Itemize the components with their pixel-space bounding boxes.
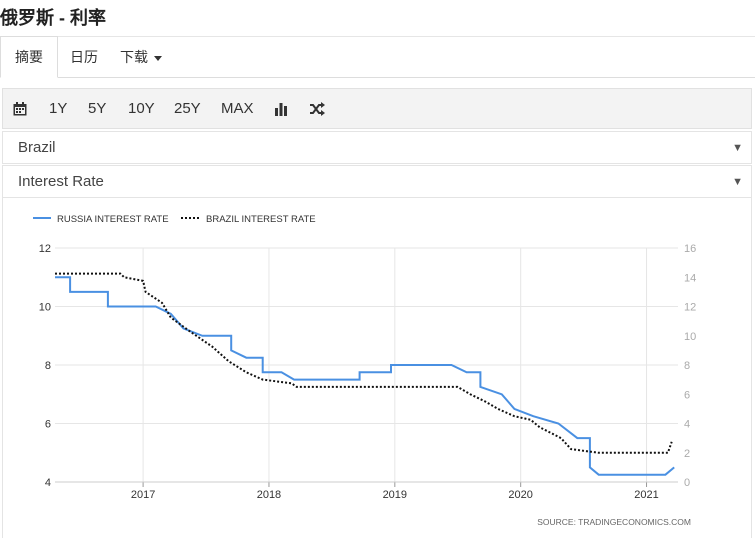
country-select-value: Brazil (18, 139, 56, 156)
tab-calendar-label: 日历 (70, 49, 98, 65)
tab-download-label: 下载 (120, 49, 148, 65)
indicator-select[interactable]: Interest Rate ▼ (2, 165, 752, 198)
legend-russia-label: RUSSIA INTEREST RATE (57, 214, 169, 225)
y-right-tick-label: 8 (684, 360, 690, 372)
range-25y-button[interactable]: 25Y (174, 89, 201, 129)
bar-chart-icon[interactable] (274, 89, 288, 129)
chart-lines (55, 272, 675, 476)
y-right-tick-label: 16 (684, 243, 696, 255)
tab-summary[interactable]: 摘要 (0, 36, 58, 78)
page-title: 俄罗斯 - 利率 (0, 8, 106, 28)
y-right-tick-label: 14 (684, 272, 696, 284)
y-right-tick-label: 10 (684, 331, 696, 343)
chevron-down-icon (154, 55, 162, 61)
tab-bar: 摘要 日历 下载 (0, 36, 755, 78)
indicator-select-value: Interest Rate (18, 173, 104, 190)
chevron-down-icon: ▼ (732, 176, 743, 188)
x-tick-label: 2018 (257, 489, 281, 501)
interest-rate-chart: 4 6 8 10 12 0 2 4 6 8 10 12 14 16 2017 2018 2019 2020 2021… (33, 214, 696, 527)
range-5y-button[interactable]: 5Y (88, 89, 106, 129)
chart-toolbar: 1Y 5Y 10Y 25Y MAX (2, 88, 752, 129)
chart-legend: RUSSIA INTEREST RATE BRAZIL INTEREST RAT… (33, 214, 316, 225)
x-tick-label: 2019 (383, 489, 407, 501)
x-tick-label: 2020 (508, 489, 532, 501)
x-tick-label: 2021 (634, 489, 658, 501)
brazil-rate-line (55, 272, 673, 454)
y-right-tick-label: 6 (684, 389, 690, 401)
range-1y-button[interactable]: 1Y (49, 89, 67, 129)
tab-calendar[interactable]: 日历 (56, 37, 112, 79)
shuffle-icon[interactable] (309, 89, 325, 129)
chart-grid (55, 247, 678, 483)
tab-download[interactable]: 下载 (106, 37, 176, 79)
y-left-tick-label: 8 (45, 360, 51, 372)
y-left-tick-label: 4 (45, 477, 51, 489)
range-10y-button[interactable]: 10Y (128, 89, 155, 129)
country-select[interactable]: Brazil ▼ (2, 131, 752, 164)
chevron-down-icon: ▼ (732, 142, 743, 154)
y-right-tick-label: 12 (684, 302, 696, 314)
y-right-tick-label: 4 (684, 419, 690, 431)
chart-container: 4 6 8 10 12 0 2 4 6 8 10 12 14 16 2017 2018 2019 2020 2021… (2, 198, 752, 538)
range-max-button[interactable]: MAX (221, 89, 254, 129)
y-left-tick-label: 6 (45, 419, 51, 431)
chart-source: SOURCE: TRADINGECONOMICS.COM (537, 517, 691, 527)
y-right-tick-label: 0 (684, 477, 690, 489)
calendar-icon[interactable] (13, 89, 27, 129)
legend-brazil-label: BRAZIL INTEREST RATE (206, 214, 316, 225)
y-left-tick-label: 10 (39, 302, 51, 314)
y-right-tick-label: 2 (684, 448, 690, 460)
y-left-tick-label: 12 (39, 243, 51, 255)
tab-summary-label: 摘要 (15, 49, 43, 65)
x-tick-label: 2017 (131, 489, 155, 501)
